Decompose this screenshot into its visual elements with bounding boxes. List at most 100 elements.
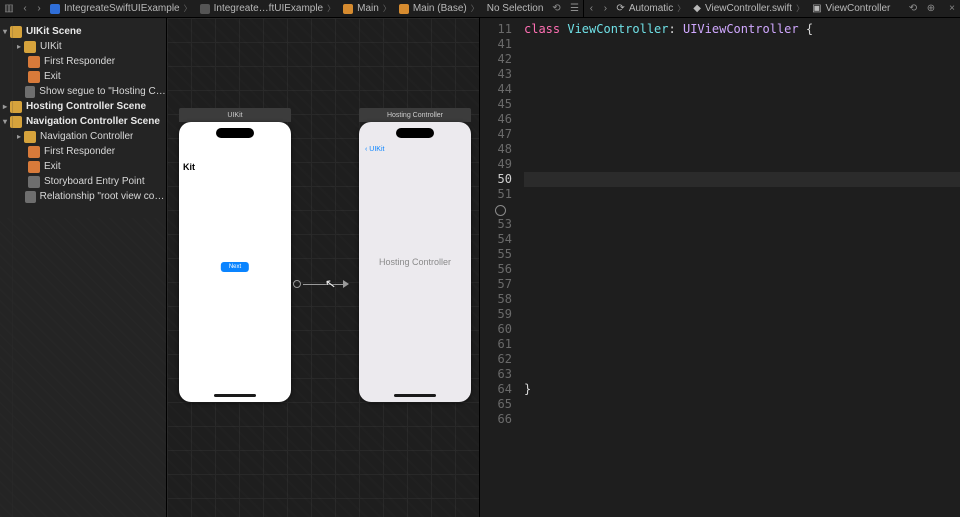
outline-item-entry-point[interactable]: Storyboard Entry Point [0,174,166,189]
line-number[interactable]: 46 [480,112,512,127]
crumb-symbol[interactable]: ▣ ViewController [808,0,894,17]
line-number[interactable]: 53 [480,217,512,232]
outline-item-first-responder[interactable]: First Responder [0,54,166,69]
disclosure-icon[interactable]: ▸ [14,42,24,51]
line-gutter[interactable]: 114142434445464748495051 5354555657585960… [480,18,520,517]
code-line[interactable] [524,232,960,247]
code-line[interactable] [524,37,960,52]
code-line[interactable] [524,307,960,322]
scene-hosting[interactable]: Hosting Controller ‹ UIKit Hosting Contr… [359,108,471,402]
line-number[interactable]: 41 [480,37,512,52]
disclosure-icon[interactable]: ▸ [14,132,24,141]
back-link[interactable]: ‹ UIKit [365,146,384,153]
code-line[interactable] [524,397,960,412]
line-number[interactable]: 59 [480,307,512,322]
outline-item-first-responder[interactable]: First Responder [0,144,166,159]
source-editor[interactable]: 114142434445464748495051 5354555657585960… [480,18,960,517]
disclosure-icon[interactable]: ▾ [0,27,10,36]
outline-item-uikit-vc[interactable]: ▸ UIKit [0,39,166,54]
phone-preview[interactable]: Kit Next [179,122,291,402]
scene-header-nav[interactable]: ▾ Navigation Controller Scene [0,114,166,129]
refresh-icon[interactable]: ⟲ [904,1,922,17]
code-line[interactable] [524,412,960,427]
outline-item-nav-controller[interactable]: ▸ Navigation Controller [0,129,166,144]
assistant-mode[interactable]: ⟳ Automatic 〉 [612,0,689,17]
code-line[interactable] [524,337,960,352]
line-number[interactable]: 55 [480,247,512,262]
code-line[interactable] [524,262,960,277]
crumb-group[interactable]: Integreate…ftUIExample 〉 [196,0,340,17]
code-line[interactable]: class ViewController: UIViewController { [524,22,960,37]
line-number[interactable] [480,202,512,217]
code-line[interactable] [524,292,960,307]
code-line[interactable] [524,202,960,217]
line-number[interactable]: 62 [480,352,512,367]
code-line[interactable] [524,187,960,202]
line-number[interactable]: 42 [480,52,512,67]
assistant-split-icon[interactable]: ☰ [565,1,583,17]
line-number[interactable]: 57 [480,277,512,292]
crumb-selection[interactable]: No Selection [483,0,548,17]
line-number[interactable]: 56 [480,262,512,277]
line-number[interactable]: 58 [480,292,512,307]
outline-item-relationship[interactable]: Relationship "root view contro… [0,189,166,204]
line-number[interactable]: 60 [480,322,512,337]
back-icon[interactable]: ‹ [18,1,32,17]
scene-header-hosting[interactable]: ▸ Hosting Controller Scene [0,99,166,114]
refresh-icon[interactable]: ⟲ [547,1,565,17]
line-number[interactable]: 51 [480,187,512,202]
code-line[interactable] [524,67,960,82]
crumb-file[interactable]: ◆ ViewController.swift 〉 [689,0,808,17]
line-number[interactable]: 47 [480,127,512,142]
line-number[interactable]: 44 [480,82,512,97]
line-number[interactable]: 48 [480,142,512,157]
code-line[interactable] [524,277,960,292]
line-number[interactable]: 63 [480,367,512,382]
code-line[interactable] [524,112,960,127]
line-number[interactable]: 54 [480,232,512,247]
outline-item-exit[interactable]: Exit [0,69,166,84]
code-line[interactable]: } [524,382,960,397]
line-number[interactable]: 45 [480,97,512,112]
code-line[interactable] [524,127,960,142]
back-icon[interactable]: ‹ [584,1,598,17]
related-items-icon[interactable]: ▥ [0,1,18,17]
scene-uikit[interactable]: UIKit Kit Next [179,108,291,402]
phone-preview[interactable]: ‹ UIKit Hosting Controller [359,122,471,402]
storyboard-canvas[interactable]: UIKit Kit Next ↖ Hosting Controller ‹ UI… [167,18,480,517]
crumb-base[interactable]: Main (Base) 〉 [395,0,483,17]
code-area[interactable]: class ViewController: UIViewController {… [520,18,960,517]
segue-arrow[interactable] [293,278,349,290]
code-line[interactable] [524,142,960,157]
outline-item-segue[interactable]: Show segue to "Hosting Contr… [0,84,166,99]
line-number[interactable]: 11 [480,22,512,37]
line-number[interactable]: 49 [480,157,512,172]
outline-item-exit[interactable]: Exit [0,159,166,174]
line-number[interactable]: 43 [480,67,512,82]
code-line[interactable] [524,172,960,187]
close-icon[interactable]: × [944,3,960,14]
code-line[interactable] [524,52,960,67]
code-line[interactable] [524,367,960,382]
code-line[interactable] [524,322,960,337]
crumb-project[interactable]: IntegreateSwiftUIExample 〉 [46,0,196,17]
code-line[interactable] [524,157,960,172]
code-line[interactable] [524,247,960,262]
code-line[interactable] [524,82,960,97]
forward-icon[interactable]: › [598,1,612,17]
code-line[interactable] [524,97,960,112]
code-line[interactable] [524,352,960,367]
line-number[interactable]: 61 [480,337,512,352]
forward-icon[interactable]: › [32,1,46,17]
line-number[interactable]: 65 [480,397,512,412]
disclosure-icon[interactable]: ▸ [0,102,10,111]
scene-header-uikit[interactable]: ▾ UIKit Scene [0,24,166,39]
disclosure-icon[interactable]: ▾ [0,117,10,126]
line-number[interactable]: 50 [480,172,512,187]
code-line[interactable] [524,217,960,232]
line-number[interactable]: 66 [480,412,512,427]
next-button[interactable]: Next [221,262,249,272]
line-number[interactable]: 64 [480,382,512,397]
add-editor-icon[interactable]: ⊕ [922,1,940,17]
crumb-storyboard[interactable]: Main 〉 [339,0,395,17]
